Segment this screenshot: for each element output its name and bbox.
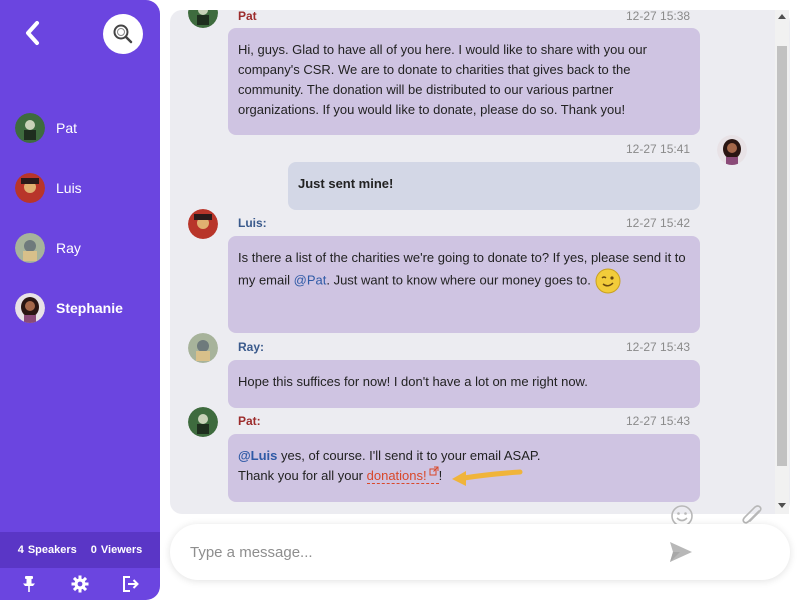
send-icon (670, 542, 692, 562)
avatar (15, 293, 45, 323)
pin-icon (23, 576, 36, 592)
message-bubble: Hope this suffices for now! I don't have… (228, 360, 700, 408)
gear-icon (71, 575, 89, 593)
message-sender: Ray: (238, 340, 265, 354)
avatar (15, 233, 45, 263)
avatar (188, 407, 218, 437)
message-sender: Pat (238, 10, 257, 23)
scroll-down-icon[interactable] (778, 503, 786, 508)
message-time: 12-27 15:43 (626, 340, 691, 354)
user-item-ray[interactable]: Ray (0, 218, 160, 278)
exit-button[interactable] (117, 570, 145, 598)
avatar (717, 135, 747, 165)
avatar (188, 10, 218, 28)
user-name: Ray (56, 240, 81, 256)
donations-link[interactable]: donations! (366, 466, 439, 484)
arrow-annotation-icon (452, 469, 523, 486)
avatar (188, 209, 218, 239)
message-text: Hi, guys. Glad to have all of you here. … (238, 42, 647, 117)
sidebar: Pat Luis Ray Stephanie 4 Speakers 0 View… (0, 0, 160, 600)
message-composer (170, 524, 790, 580)
user-list: Pat Luis Ray Stephanie (0, 98, 160, 338)
message-time: 12-27 15:41 (626, 142, 691, 156)
message-text: ! (438, 468, 443, 483)
exit-icon (122, 576, 139, 592)
send-button[interactable] (668, 539, 694, 565)
user-item-stephanie[interactable]: Stephanie (0, 278, 160, 338)
avatar (15, 113, 45, 143)
user-item-luis[interactable]: Luis (0, 158, 160, 218)
sidebar-toolbar (0, 568, 160, 600)
audience-stats: 4 Speakers 0 Viewers (0, 532, 160, 568)
viewers-label: Viewers (100, 544, 143, 556)
message-text: Thank you for all your (238, 468, 367, 483)
mention-link[interactable]: @Luis (238, 448, 277, 463)
user-name: Pat (56, 120, 78, 136)
speakers-label: Speakers (27, 544, 77, 556)
scrollbar-thumb[interactable] (777, 46, 787, 466)
user-name: Stephanie (56, 300, 123, 316)
message-sender: Luis: (238, 216, 267, 230)
message-list[interactable]: Pat 12-27 15:38 Hi, guys. Glad to have a… (170, 10, 790, 514)
message-input[interactable] (190, 538, 660, 566)
speakers-count: 4 (17, 544, 24, 556)
settings-button[interactable] (66, 570, 94, 598)
back-button[interactable] (20, 18, 46, 48)
message-text: Just sent mine! (298, 176, 394, 191)
message-time: 12-27 15:42 (626, 216, 691, 230)
chat-scrollbar[interactable] (775, 10, 789, 514)
message-text: . Just want to know where our money goes… (326, 272, 591, 288)
message-text: Hope this suffices for now! I don't have… (238, 374, 588, 389)
wink-emoji-icon (595, 268, 621, 294)
message-bubble: Is there a list of the charities we're g… (228, 236, 700, 333)
message-bubble: Hi, guys. Glad to have all of you here. … (228, 28, 700, 135)
message-bubble: Just sent mine! (288, 162, 700, 210)
message-time: 12-27 15:38 (626, 10, 691, 23)
scroll-up-icon[interactable] (778, 14, 786, 19)
user-name: Luis (56, 180, 82, 196)
mention-link[interactable]: @Pat (294, 272, 327, 287)
search-icon (113, 24, 133, 44)
avatar (188, 333, 218, 363)
search-button[interactable] (103, 14, 143, 54)
external-link-icon (429, 466, 439, 476)
user-item-pat[interactable]: Pat (0, 98, 160, 158)
message-text: yes, of course. I'll send it to your ema… (277, 448, 541, 463)
avatar (15, 173, 45, 203)
viewers-count: 0 (90, 544, 97, 556)
pin-button[interactable] (15, 570, 43, 598)
message-time: 12-27 15:43 (626, 414, 691, 428)
message-sender: Pat: (238, 414, 261, 428)
chevron-left-icon (26, 21, 39, 45)
